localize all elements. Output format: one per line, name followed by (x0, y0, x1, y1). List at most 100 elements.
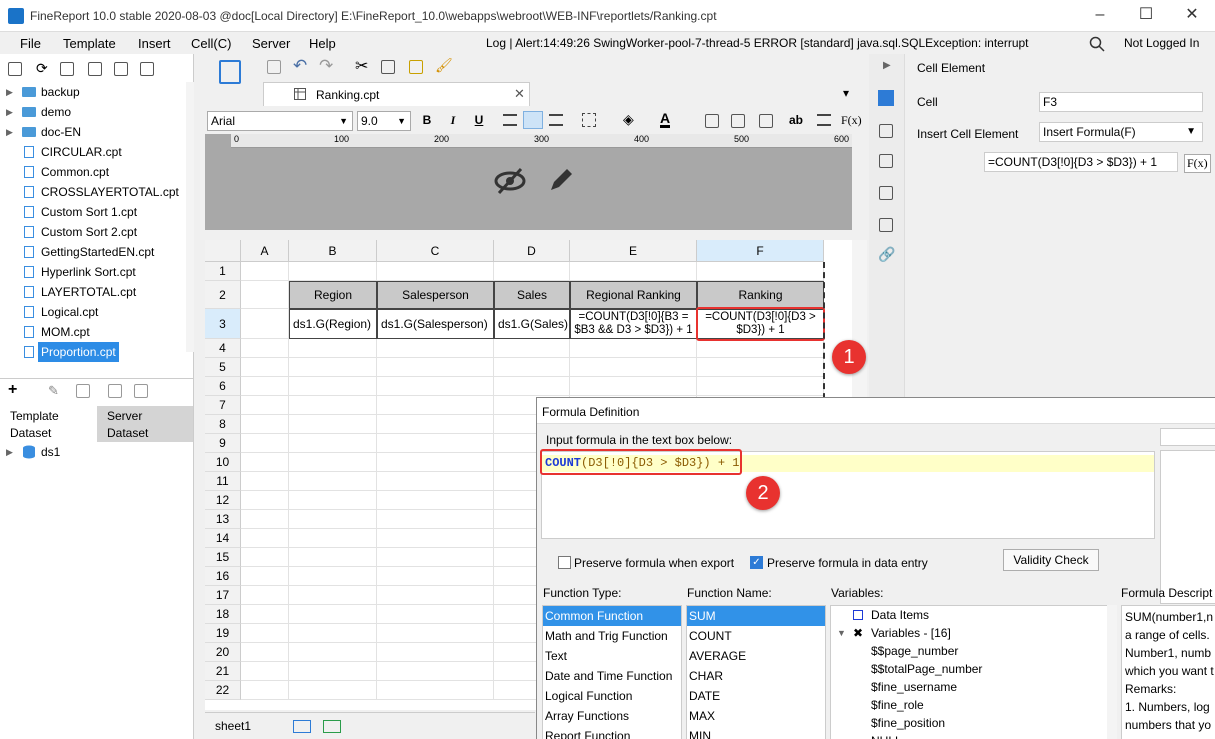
grid-cell[interactable] (289, 605, 377, 624)
grid-cell[interactable] (697, 339, 824, 358)
font-family-select[interactable]: Arial ▼ (207, 111, 353, 131)
grid-cell[interactable] (241, 281, 289, 309)
row-header-1[interactable]: 1 (205, 262, 241, 281)
grid-cell[interactable] (377, 472, 494, 491)
grid-cell[interactable] (241, 548, 289, 567)
grid-cell[interactable] (241, 643, 289, 662)
function-name-item[interactable]: CHAR (687, 666, 825, 686)
grid-cell[interactable] (697, 358, 824, 377)
preview-icon[interactable] (108, 384, 122, 398)
grid-cell[interactable] (241, 662, 289, 681)
grid-cell[interactable] (241, 605, 289, 624)
row-header-11[interactable]: 11 (205, 472, 241, 491)
row-header-9[interactable]: 9 (205, 434, 241, 453)
font-color-icon[interactable]: A (660, 111, 671, 128)
grid-cell[interactable] (241, 681, 289, 700)
menu-cell[interactable]: Cell(C) (191, 36, 231, 51)
wrap-text-icon[interactable] (817, 114, 831, 126)
grid-cell[interactable] (289, 529, 377, 548)
copy-icon[interactable] (381, 60, 395, 74)
align-left-icon[interactable] (503, 114, 517, 126)
variable-item[interactable]: $fine_position (831, 714, 1116, 732)
grid-cell[interactable] (289, 415, 377, 434)
grid-cell[interactable] (241, 415, 289, 434)
data-cell[interactable]: ds1.G(Sales) (494, 309, 570, 339)
tree-item-layertotal-cpt[interactable]: LAYERTOTAL.cpt (0, 282, 190, 302)
grid-cell[interactable] (241, 262, 289, 281)
menu-file[interactable]: File (20, 36, 41, 51)
formula-editor-button[interactable]: F(x) (1184, 154, 1211, 173)
tree-item-crosslayertotal-cpt[interactable]: CROSSLAYERTOTAL.cpt (0, 182, 190, 202)
grid-cell[interactable] (241, 453, 289, 472)
settings-icon[interactable] (88, 62, 102, 76)
header-cell[interactable]: Region (289, 281, 377, 309)
collapse-arrow-icon[interactable]: ▼ (837, 624, 846, 642)
grid-cell[interactable] (289, 624, 377, 643)
data-cell[interactable]: =COUNT(D3[!0]{B3 = $B3 && D3 > $D3}) + 1 (570, 309, 697, 339)
menu-help[interactable]: Help (309, 36, 336, 51)
grid-cell[interactable] (241, 434, 289, 453)
unmerge-cell-icon[interactable] (731, 114, 745, 128)
expand-arrow-icon[interactable]: ▶ (6, 82, 13, 102)
grid-cell[interactable] (289, 434, 377, 453)
grid-cell[interactable] (241, 624, 289, 643)
cell-style-icon[interactable] (879, 154, 893, 168)
variable-item[interactable]: ▼ ✖ Variables - [16] (831, 624, 1116, 642)
variable-item[interactable]: $$totalPage_number (831, 660, 1116, 678)
grid-cell[interactable] (377, 339, 494, 358)
tree-item-circular-cpt[interactable]: CIRCULAR.cpt (0, 142, 190, 162)
grid-cell[interactable] (289, 262, 377, 281)
grid-cell[interactable] (289, 491, 377, 510)
edit-pencil-icon[interactable] (545, 164, 577, 196)
tree-item-gettingstarteden-cpt[interactable]: GettingStartedEN.cpt (0, 242, 190, 262)
login-status[interactable]: Not Logged In (1124, 36, 1199, 50)
grid-cell[interactable] (289, 567, 377, 586)
text-direction-icon[interactable] (759, 114, 773, 128)
grid-cell[interactable] (570, 339, 697, 358)
grid-cell[interactable] (241, 396, 289, 415)
font-size-select[interactable]: 9.0 ▼ (357, 111, 411, 131)
condition-icon[interactable] (879, 218, 893, 232)
grid-cell[interactable] (377, 681, 494, 700)
grid-cell[interactable] (570, 377, 697, 396)
tree-item-demo[interactable]: ▶ demo (0, 102, 190, 122)
variable-item[interactable]: $$page_number (831, 642, 1116, 660)
cut-icon[interactable]: ✂ (355, 56, 368, 76)
sheet-tab[interactable]: sheet1 (215, 719, 251, 733)
grid-cell[interactable] (241, 309, 289, 339)
row-header-13[interactable]: 13 (205, 510, 241, 529)
grid-cell[interactable] (289, 510, 377, 529)
add-poly-sheet-icon[interactable] (323, 720, 341, 733)
function-name-item[interactable]: MIN (687, 726, 825, 739)
row-header-5[interactable]: 5 (205, 358, 241, 377)
grid-cell[interactable] (289, 453, 377, 472)
bold-button[interactable]: B (418, 113, 436, 127)
row-header-20[interactable]: 20 (205, 643, 241, 662)
grid-cell[interactable] (377, 510, 494, 529)
function-type-item[interactable]: Date and Time Function (543, 666, 681, 686)
grid-cell[interactable] (289, 396, 377, 415)
grid-cell[interactable] (494, 358, 570, 377)
grid-cell[interactable] (289, 358, 377, 377)
tree-item-common-cpt[interactable]: Common.cpt (0, 162, 190, 182)
insert-element-select[interactable]: Insert Formula(F) ▼ (1039, 122, 1203, 142)
align-center-icon[interactable] (523, 111, 543, 129)
search-icon[interactable] (1089, 36, 1105, 52)
header-cell[interactable]: Regional Ranking (570, 281, 697, 309)
variable-item[interactable]: $fine_username (831, 678, 1116, 696)
grid-cell[interactable] (289, 643, 377, 662)
italic-button[interactable]: I (444, 113, 462, 128)
grid-cell[interactable] (241, 586, 289, 605)
header-cell[interactable]: Ranking (697, 281, 824, 309)
align-right-icon[interactable] (549, 114, 563, 126)
underline-button[interactable]: U (470, 113, 488, 127)
function-type-item[interactable]: Array Functions (543, 706, 681, 726)
edit-icon[interactable]: ✎ (48, 383, 59, 399)
function-type-item[interactable]: Common Function (543, 606, 681, 626)
grid-cell[interactable] (241, 491, 289, 510)
grid-cell[interactable] (289, 548, 377, 567)
tree-item-custom-sort-1-cpt[interactable]: Custom Sort 1.cpt (0, 202, 190, 222)
tree-item-proportion-cpt[interactable]: Proportion.cpt (0, 342, 190, 362)
grid-cell[interactable] (494, 262, 570, 281)
tab-menu-icon[interactable]: ▾ (843, 86, 849, 100)
